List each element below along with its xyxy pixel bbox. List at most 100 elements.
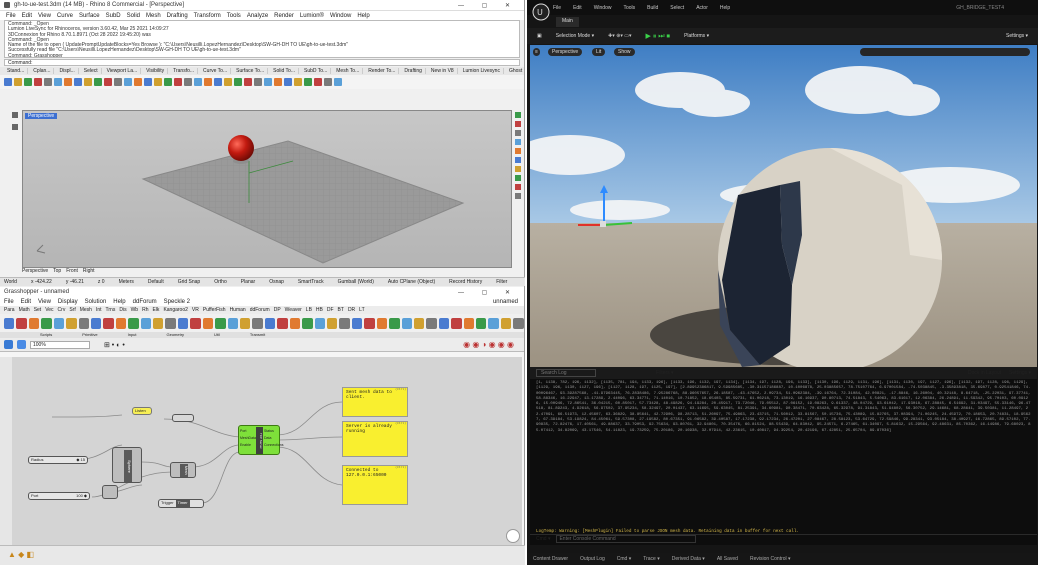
gh-tab[interactable]: Set bbox=[34, 307, 42, 313]
log-search-input[interactable]: Search Log bbox=[536, 369, 596, 377]
gh-tab[interactable]: VR bbox=[192, 307, 199, 313]
ue-menu-item[interactable]: Help bbox=[720, 5, 730, 11]
gh-menu-item[interactable]: View bbox=[38, 299, 51, 305]
gh-component-icon[interactable] bbox=[128, 317, 139, 329]
rhino-tool-icon[interactable] bbox=[324, 78, 332, 86]
gh-component-icon[interactable] bbox=[289, 317, 301, 329]
gh-component-icon[interactable] bbox=[264, 317, 276, 329]
rhino-panel-icon[interactable] bbox=[515, 157, 521, 163]
rhino-menu-item[interactable]: File bbox=[6, 13, 16, 19]
port-slider[interactable]: Port 100 ◆ bbox=[28, 492, 90, 500]
rhino-tool-icon[interactable] bbox=[144, 78, 152, 86]
gh-component-icon[interactable] bbox=[413, 317, 425, 329]
rhino-toolbar-tab[interactable]: New in V8 bbox=[428, 68, 458, 74]
rhino-panel-icon[interactable] bbox=[515, 121, 521, 127]
gh-component-icon[interactable] bbox=[488, 317, 499, 329]
listen-toggle[interactable]: Listen bbox=[132, 407, 152, 415]
rhino-menu-item[interactable]: Tools bbox=[227, 13, 241, 19]
gh-save-icon[interactable] bbox=[17, 340, 26, 349]
rhino-status-item[interactable]: Grid Snap bbox=[178, 279, 201, 285]
gh-tab[interactable]: Srf bbox=[69, 307, 75, 313]
gh-component-icon[interactable] bbox=[66, 317, 77, 329]
rhino-toolbar-tab[interactable]: Solid To... bbox=[270, 68, 299, 74]
gh-component-icon[interactable] bbox=[426, 317, 437, 329]
ue-menu-item[interactable]: File bbox=[553, 5, 561, 11]
gh-tab[interactable]: Kangaroo2 bbox=[163, 307, 187, 313]
mesh-sphere[interactable] bbox=[718, 148, 942, 367]
rhino-tool-icon[interactable] bbox=[264, 78, 272, 86]
gh-tab[interactable]: Crv bbox=[58, 307, 66, 313]
rhino-perspective-viewport[interactable]: Perspective bbox=[22, 110, 512, 268]
data-panel[interactable]: (Ctrl) Server is already running bbox=[342, 421, 408, 457]
rhino-tool-icon[interactable] bbox=[14, 78, 22, 86]
gh-tab[interactable]: Human bbox=[230, 307, 246, 313]
rhino-toolbar-tab[interactable]: Displ... bbox=[56, 68, 79, 74]
rhino-tool-icon[interactable] bbox=[214, 78, 222, 86]
ue-save-icon[interactable]: ▣ bbox=[537, 33, 542, 39]
rhino-tool-icon[interactable] bbox=[194, 78, 202, 86]
gh-tab[interactable]: DR bbox=[348, 307, 355, 313]
ue-play-controls-icon[interactable]: ▶ ⏸ ⏭ ⏹ bbox=[646, 32, 671, 41]
gh-file-icon[interactable] bbox=[4, 340, 13, 349]
ue-perspective-button[interactable]: Perspective bbox=[548, 48, 583, 56]
rhino-toolbar-tab[interactable]: Select bbox=[81, 68, 102, 74]
gh-menu-item[interactable]: Solution bbox=[85, 299, 107, 305]
server-input[interactable]: Port bbox=[240, 428, 256, 435]
gh-tab[interactable]: PufferFish bbox=[203, 307, 226, 313]
gh-component-icon[interactable] bbox=[78, 317, 89, 329]
gh-component-icon[interactable] bbox=[252, 317, 263, 329]
rhino-tool-icon[interactable] bbox=[44, 78, 52, 86]
gh-component-icon[interactable] bbox=[326, 317, 338, 329]
rhino-menu-item[interactable]: Mesh bbox=[146, 13, 161, 19]
gh-component-icon[interactable] bbox=[153, 317, 164, 329]
gh-component-icon[interactable] bbox=[140, 317, 152, 329]
ue-status-item[interactable]: All Saved bbox=[717, 556, 738, 562]
gh-canvas[interactable]: Listen Radius ◆ 15 Port 100 ◆ Sphere Mesh … bbox=[12, 357, 522, 545]
rhino-toolbar-tab[interactable]: Stand... bbox=[4, 68, 29, 74]
rhino-toolbar-tab[interactable]: Render To... bbox=[365, 68, 400, 74]
gh-component-icon[interactable] bbox=[240, 317, 251, 329]
ue-menu-item[interactable]: Actor bbox=[696, 5, 708, 11]
unreal-logo-icon[interactable]: U bbox=[532, 3, 550, 21]
gh-tab[interactable]: Wb bbox=[131, 307, 139, 313]
rhino-tool-icon[interactable] bbox=[94, 78, 102, 86]
gh-component-icon[interactable] bbox=[451, 317, 462, 329]
rhino-menu-item[interactable]: SubD bbox=[106, 13, 121, 19]
gh-component-icon[interactable] bbox=[351, 317, 363, 329]
rhino-menu-item[interactable]: Solid bbox=[127, 13, 140, 19]
gh-component-icon[interactable] bbox=[476, 317, 487, 329]
gh-component-icon[interactable] bbox=[115, 317, 127, 329]
gh-component-icon[interactable] bbox=[376, 317, 388, 329]
trigger-component[interactable]: Trigger Timer bbox=[158, 499, 204, 508]
ue-add-icons[interactable]: ✚▾ ⊕▾ ▭▾ bbox=[608, 33, 631, 39]
rhino-toolbar-tab[interactable]: Curve To... bbox=[200, 68, 232, 74]
rhino-tool-icon[interactable] bbox=[34, 78, 42, 86]
gh-tab[interactable]: DF bbox=[327, 307, 334, 313]
ue-status-item[interactable]: Trace ▾ bbox=[643, 556, 660, 562]
rhino-tool-icon[interactable] bbox=[304, 78, 312, 86]
rhino-tool-icon[interactable] bbox=[174, 78, 182, 86]
gh-menu-item[interactable]: Speckle 2 bbox=[164, 299, 190, 305]
rhino-tool-icon[interactable] bbox=[154, 78, 162, 86]
rhino-panel-icon[interactable] bbox=[515, 166, 521, 172]
rhino-toolbar-tab[interactable]: SubD To... bbox=[301, 68, 332, 74]
rhino-toolbar-tab[interactable]: Transfo... bbox=[170, 68, 199, 74]
rhino-tool-icon[interactable] bbox=[234, 78, 242, 86]
rhino-tool-icon[interactable] bbox=[164, 78, 172, 86]
rhino-menu-item[interactable]: Render bbox=[274, 13, 294, 19]
server-output[interactable]: Data bbox=[264, 435, 283, 442]
ue-show-button[interactable]: Show bbox=[614, 48, 635, 56]
gh-tab[interactable]: BT bbox=[338, 307, 344, 313]
gh-menu-item[interactable]: Help bbox=[113, 299, 125, 305]
window-controls-icon[interactable]: — ▢ ✕ bbox=[458, 2, 518, 9]
dock-in-layout-button[interactable]: Dock in Layout bbox=[968, 370, 1001, 376]
rhino-toolbar-tab[interactable]: Cplan... bbox=[30, 68, 55, 74]
gh-component-icon[interactable] bbox=[438, 317, 450, 329]
rhino-tool-icon[interactable] bbox=[334, 78, 342, 86]
rhino-tool-icon[interactable] bbox=[114, 78, 122, 86]
rhino-tool-icon[interactable] bbox=[294, 78, 302, 86]
gh-component-icon[interactable] bbox=[314, 317, 325, 329]
ue-viewport-tools-icons[interactable] bbox=[860, 48, 1030, 56]
rhino-menu-item[interactable]: Surface bbox=[79, 13, 100, 19]
gh-component-icon[interactable] bbox=[41, 317, 52, 329]
